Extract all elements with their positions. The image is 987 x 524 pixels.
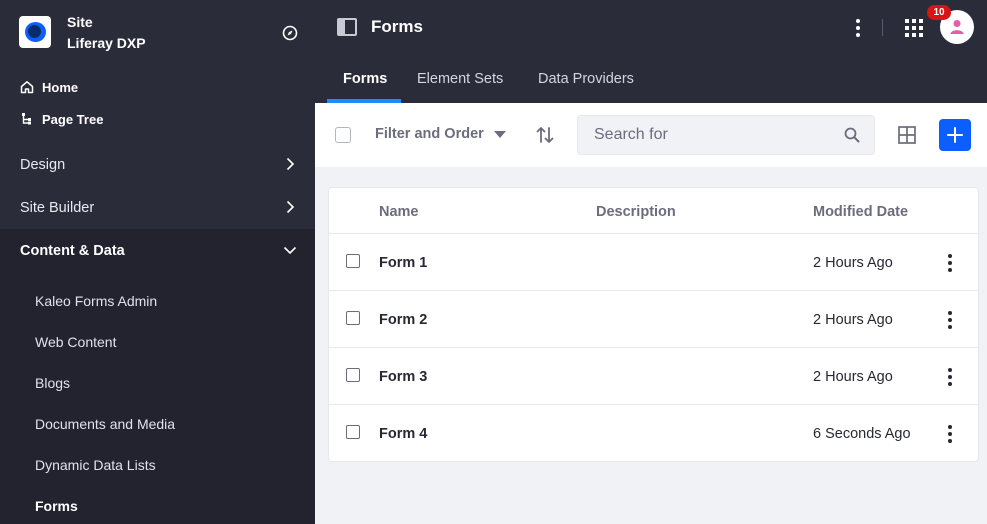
table-header: Name Description Modified Date <box>329 188 978 234</box>
tab-data-providers[interactable]: Data Providers <box>538 71 634 87</box>
section-site-builder-label: Site Builder <box>20 199 95 216</box>
modified-date: 2 Hours Ago <box>813 369 893 385</box>
sidebar-item-forms[interactable]: Forms <box>35 498 78 514</box>
header-divider <box>882 19 883 36</box>
section-design[interactable]: Design <box>0 143 315 186</box>
form-name[interactable]: Form 2 <box>379 312 427 328</box>
row-actions-kebab-icon[interactable] <box>947 424 953 444</box>
forms-table: Name Description Modified Date Form 1 2 … <box>328 187 979 462</box>
filter-and-order-label: Filter and Order <box>375 126 484 142</box>
site-kicker: Site <box>67 14 93 30</box>
sidebar-item-dynamic-data-lists[interactable]: Dynamic Data Lists <box>35 457 156 473</box>
tab-forms[interactable]: Forms <box>343 71 387 87</box>
modified-date: 2 Hours Ago <box>813 255 893 271</box>
add-form-button[interactable] <box>939 119 971 151</box>
row-actions-kebab-icon[interactable] <box>947 367 953 387</box>
content-data-panel: Kaleo Forms Admin Web Content Blogs Docu… <box>0 272 315 524</box>
chevron-down-icon <box>283 246 297 255</box>
modified-date: 2 Hours Ago <box>813 312 893 328</box>
management-toolbar: Filter and Order <box>315 103 987 167</box>
plus-icon <box>947 127 963 143</box>
section-content-data[interactable]: Content & Data <box>0 229 315 272</box>
section-design-label: Design <box>20 156 66 173</box>
options-kebab-icon[interactable] <box>855 18 861 38</box>
section-content-data-label: Content & Data <box>20 242 125 259</box>
row-actions-kebab-icon[interactable] <box>947 310 953 330</box>
row-checkbox[interactable] <box>346 368 360 382</box>
notification-badge[interactable]: 10 <box>927 5 951 20</box>
search-box <box>577 115 875 155</box>
home-icon <box>20 81 34 94</box>
sidebar-item-kaleo-forms-admin[interactable]: Kaleo Forms Admin <box>35 293 157 309</box>
column-header-description: Description <box>596 204 676 220</box>
form-name[interactable]: Form 4 <box>379 426 427 442</box>
display-style-cards-icon[interactable] <box>898 126 916 144</box>
user-icon <box>950 20 964 34</box>
page-title: Forms <box>371 17 423 36</box>
sidebar-item-blogs[interactable]: Blogs <box>35 375 70 391</box>
column-header-name: Name <box>379 204 419 220</box>
row-checkbox[interactable] <box>346 311 360 325</box>
site-header: Site Liferay DXP <box>0 0 315 66</box>
select-all-checkbox[interactable] <box>335 127 351 143</box>
sidebar-item-documents-and-media[interactable]: Documents and Media <box>35 416 175 432</box>
sort-order-icon[interactable] <box>535 125 555 145</box>
form-name[interactable]: Form 1 <box>379 255 427 271</box>
navigation-tabs: Forms Element Sets Data Providers <box>315 55 987 103</box>
chevron-right-icon <box>286 157 295 171</box>
column-header-modified-date: Modified Date <box>813 204 909 220</box>
page-tree-icon <box>22 113 31 125</box>
control-menu: Forms 10 <box>315 0 987 55</box>
product-menu: Site Liferay DXP Home Page Tree Design S… <box>0 0 315 524</box>
section-site-builder[interactable]: Site Builder <box>0 186 315 229</box>
tab-element-sets[interactable]: Element Sets <box>417 71 503 87</box>
site-logo[interactable] <box>19 16 51 48</box>
table-row[interactable]: Form 2 2 Hours Ago <box>329 291 978 348</box>
row-checkbox[interactable] <box>346 254 360 268</box>
table-row[interactable]: Form 1 2 Hours Ago <box>329 234 978 291</box>
chevron-right-icon <box>286 200 295 214</box>
nav-page-tree[interactable]: Page Tree <box>20 108 103 130</box>
form-name[interactable]: Form 3 <box>379 369 427 385</box>
row-actions-kebab-icon[interactable] <box>947 253 953 273</box>
modified-date: 6 Seconds Ago <box>813 426 911 442</box>
filter-and-order-dropdown[interactable]: Filter and Order <box>375 126 506 142</box>
search-icon[interactable] <box>844 127 860 143</box>
search-input[interactable] <box>578 116 838 154</box>
compass-icon[interactable] <box>282 25 298 41</box>
site-name[interactable]: Liferay DXP <box>67 35 146 51</box>
table-row[interactable]: Form 4 6 Seconds Ago <box>329 405 978 462</box>
applications-menu-icon[interactable] <box>905 19 923 37</box>
table-row[interactable]: Form 3 2 Hours Ago <box>329 348 978 405</box>
logo-shape-inner <box>28 25 41 38</box>
row-checkbox[interactable] <box>346 425 360 439</box>
sidebar-item-web-content[interactable]: Web Content <box>35 334 116 350</box>
caret-down-icon <box>493 130 506 138</box>
sidebar-toggle-icon[interactable] <box>337 18 357 36</box>
nav-page-tree-label: Page Tree <box>42 111 104 127</box>
nav-home-label: Home <box>42 79 79 95</box>
nav-home[interactable]: Home <box>20 76 78 98</box>
